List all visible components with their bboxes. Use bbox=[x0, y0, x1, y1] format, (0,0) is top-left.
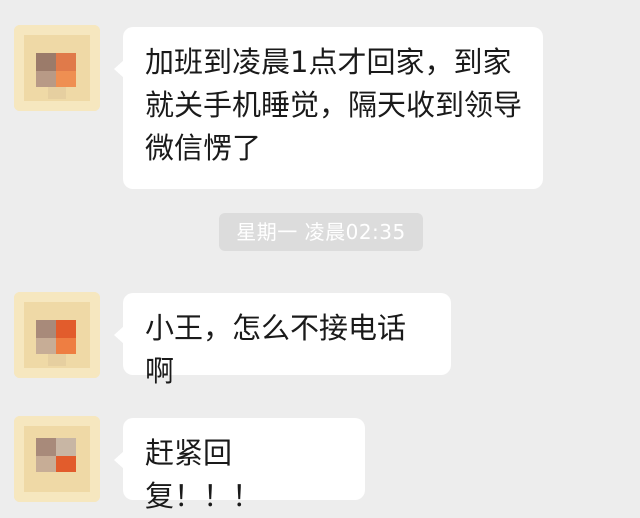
sender-avatar-icon[interactable] bbox=[14, 25, 100, 111]
chat-timestamp: 星期一 凌晨02:35 bbox=[219, 213, 423, 251]
message-bubble[interactable]: 赶紧回复！！！ bbox=[114, 418, 365, 513]
sender-avatar-icon[interactable] bbox=[14, 292, 100, 378]
sender-avatar-icon[interactable] bbox=[14, 416, 100, 502]
message-bubble[interactable]: 加班到凌晨1点才回家，到家就关手机睡觉，隔天收到领导微信愣了 bbox=[114, 27, 543, 189]
message-bubble[interactable]: 小王，怎么不接电话啊 bbox=[114, 293, 451, 388]
